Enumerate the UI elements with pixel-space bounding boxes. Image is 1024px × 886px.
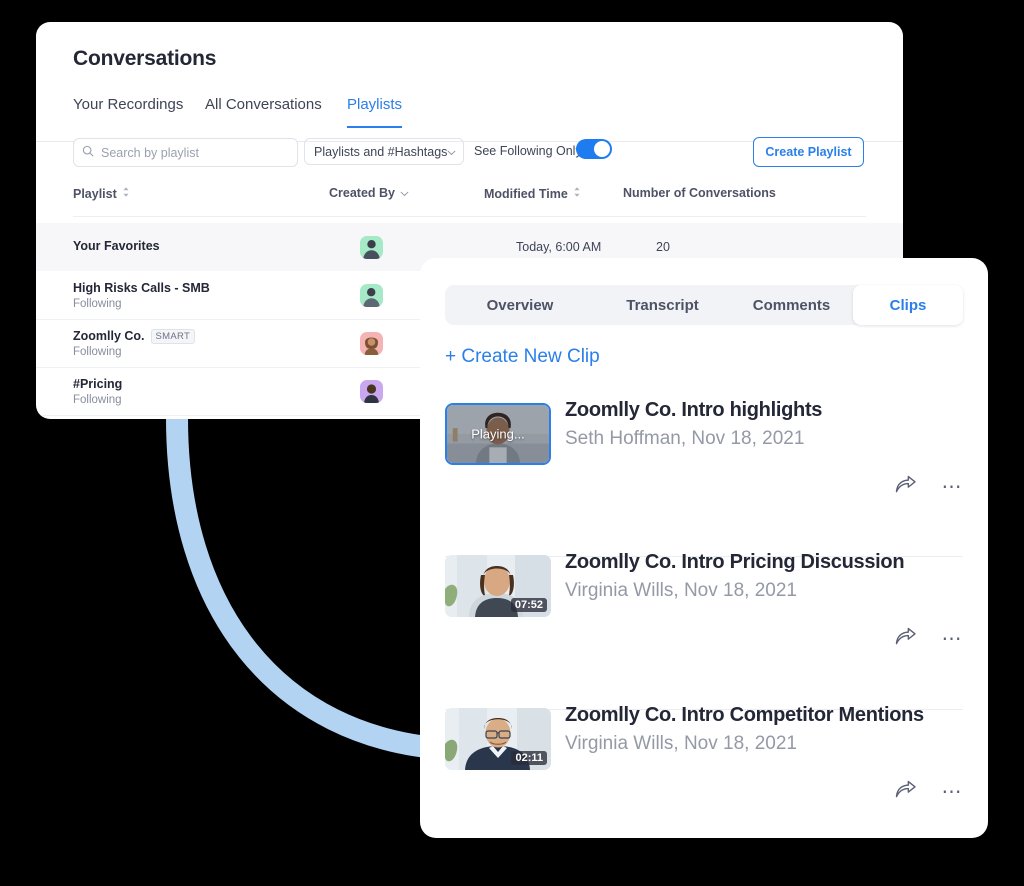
- column-header-playlist[interactable]: Playlist: [73, 186, 130, 201]
- playlist-type-select[interactable]: Playlists and #Hashtags: [304, 138, 464, 165]
- tab-transcript[interactable]: Transcript: [595, 285, 730, 325]
- share-arrow-icon[interactable]: [895, 780, 916, 803]
- column-header-modified-time-label: Modified Time: [484, 186, 568, 201]
- share-arrow-icon[interactable]: [895, 627, 916, 650]
- clip-item[interactable]: Playing... Zoomlly Co. Intro highlights …: [445, 399, 964, 553]
- clip-actions: ⋯: [895, 627, 964, 650]
- see-following-only-toggle[interactable]: [576, 139, 612, 159]
- screenshot-stage: Conversations Your Recordings All Conver…: [0, 0, 1024, 886]
- column-header-number-of-conversations: Number of Conversations: [623, 186, 776, 200]
- clip-title: Zoomlly Co. Intro Competitor Mentions: [565, 704, 924, 726]
- page-title: Conversations: [73, 47, 217, 70]
- chevron-down-icon: [447, 143, 456, 161]
- playlists-table-header: Playlist Created By Modified Time Number…: [36, 186, 903, 216]
- clip-item[interactable]: 02:11 Zoomlly Co. Intro Competitor Menti…: [445, 704, 964, 838]
- clip-title: Zoomlly Co. Intro highlights: [565, 399, 823, 421]
- clip-meta: Seth Hoffman, Nov 18, 2021: [565, 428, 805, 449]
- clip-playing-label: Playing...: [471, 426, 525, 442]
- more-horizontal-icon[interactable]: ⋯: [942, 629, 964, 649]
- avatar: [360, 236, 383, 259]
- smart-badge: SMART: [150, 329, 196, 344]
- playlist-following-label: Following: [73, 394, 122, 406]
- clip-actions: ⋯: [895, 475, 964, 498]
- tab-playlists[interactable]: Playlists: [347, 96, 403, 128]
- conversation-count-value: 20: [656, 240, 670, 254]
- playlist-type-select-value: Playlists and #Hashtags: [314, 144, 448, 159]
- clips-tabbar: Overview Transcript Comments Clips: [445, 285, 963, 325]
- more-horizontal-icon[interactable]: ⋯: [942, 782, 964, 802]
- column-header-created-by[interactable]: Created By: [329, 186, 409, 200]
- sort-updown-icon: [573, 186, 581, 201]
- table-header-divider: [73, 216, 866, 217]
- clip-title: Zoomlly Co. Intro Pricing Discussion: [565, 551, 905, 573]
- clips-panel: Overview Transcript Comments Clips + Cre…: [420, 258, 988, 838]
- clip-item[interactable]: 07:52 Zoomlly Co. Intro Pricing Discussi…: [445, 551, 964, 705]
- clip-meta: Virginia Wills, Nov 18, 2021: [565, 733, 797, 754]
- tab-overview[interactable]: Overview: [445, 285, 595, 325]
- playlist-following-label: Following: [73, 298, 122, 310]
- search-icon: [82, 144, 94, 162]
- playlist-name-text: Zoomlly Co.: [73, 329, 145, 343]
- avatar: [360, 332, 383, 355]
- playlist-following-label: Following: [73, 346, 122, 358]
- playlist-name: #Pricing: [73, 377, 123, 391]
- chevron-down-icon: [400, 186, 409, 200]
- conversations-tabbar: Your Recordings All Conversations Playli…: [36, 85, 903, 142]
- share-arrow-icon[interactable]: [895, 475, 916, 498]
- clip-thumbnail[interactable]: 02:11: [445, 708, 551, 770]
- tab-all-conversations[interactable]: All Conversations: [205, 96, 322, 126]
- avatar: [360, 284, 383, 307]
- clip-duration: 02:11: [511, 751, 547, 765]
- create-new-clip-link[interactable]: + Create New Clip: [445, 346, 600, 368]
- modified-time-value: Today, 6:00 AM: [516, 240, 602, 254]
- playlist-name: Zoomlly Co. SMART: [73, 329, 196, 344]
- column-header-playlist-label: Playlist: [73, 186, 117, 201]
- playlist-name: Your Favorites: [73, 239, 160, 253]
- toggle-knob: [594, 141, 610, 157]
- sort-updown-icon: [122, 186, 130, 201]
- clip-thumbnail[interactable]: Playing...: [445, 403, 551, 465]
- tab-comments[interactable]: Comments: [730, 285, 853, 325]
- more-horizontal-icon[interactable]: ⋯: [942, 477, 964, 497]
- tab-clips[interactable]: Clips: [853, 285, 963, 325]
- clip-actions: ⋯: [895, 780, 964, 803]
- playlist-name: High Risks Calls - SMB: [73, 281, 210, 295]
- see-following-only-label: See Following Only: [474, 144, 582, 158]
- avatar: [360, 380, 383, 403]
- column-header-modified-time[interactable]: Modified Time: [484, 186, 581, 201]
- column-header-created-by-label: Created By: [329, 186, 395, 200]
- clip-duration: 07:52: [510, 598, 547, 612]
- column-header-number-of-conversations-label: Number of Conversations: [623, 186, 776, 200]
- clip-meta: Virginia Wills, Nov 18, 2021: [565, 580, 797, 601]
- search-playlist-field[interactable]: [73, 138, 298, 167]
- blue-arc-decoration: [166, 418, 448, 760]
- create-playlist-button[interactable]: Create Playlist: [753, 137, 864, 167]
- search-input[interactable]: [99, 140, 273, 165]
- tab-your-recordings[interactable]: Your Recordings: [73, 96, 183, 126]
- clip-thumbnail[interactable]: 07:52: [445, 555, 551, 617]
